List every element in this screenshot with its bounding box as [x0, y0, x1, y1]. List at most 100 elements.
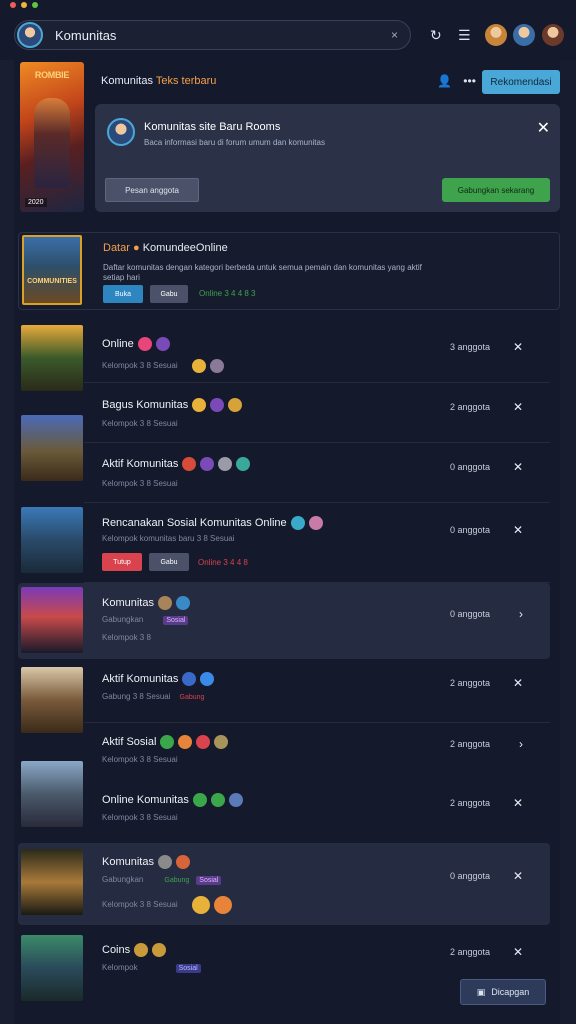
community-sub: Kelompok komunitas baru 3 8 Sesuai — [102, 534, 235, 543]
notice-secondary-button[interactable]: Pesan anggota — [105, 178, 199, 202]
chat-icon: ▣ — [476, 986, 486, 997]
community-tag: Sosial — [196, 876, 222, 885]
floating-action-button[interactable]: ▣ Dicapgan — [460, 979, 546, 1005]
maximize-window-dot[interactable] — [32, 2, 38, 8]
dismiss-icon[interactable]: ✕ — [513, 460, 523, 474]
member-count: 2 anggota — [449, 947, 490, 957]
close-window-dot[interactable] — [10, 2, 16, 8]
emoji-icon — [157, 855, 172, 869]
member-avatar-icon — [175, 596, 190, 610]
dismiss-icon[interactable]: ✕ — [513, 945, 523, 959]
member-avatar-icon — [200, 672, 215, 686]
member-count: 0 anggota — [449, 609, 490, 619]
hero-image-badge: 2020 — [25, 198, 47, 207]
community-tag: Gabung — [164, 877, 190, 884]
dismiss-icon[interactable]: ✕ — [513, 676, 523, 690]
user-avatar[interactable] — [17, 22, 43, 48]
more-icon[interactable]: ••• — [463, 74, 476, 88]
friend-avatar-1[interactable] — [485, 24, 507, 46]
member-avatar-icon — [210, 793, 225, 807]
featured-community[interactable]: COMMUNITIES Datar ● KomundeeOnline Dafta… — [18, 232, 560, 310]
list-item[interactable]: Komunitas Gabungkan Sosial Kelompok 3 8 0… — [18, 583, 550, 659]
dismiss-icon[interactable]: ✕ — [513, 340, 523, 354]
user-icon[interactable]: 👤 — [437, 74, 452, 88]
featured-image-title: COMMUNITIES — [27, 278, 77, 285]
emoji-icon — [191, 359, 206, 373]
right-rail — [560, 60, 576, 1024]
friend-avatar-3[interactable] — [542, 24, 564, 46]
community-tag: Gabung — [179, 694, 205, 701]
list-item[interactable]: Bagus Komunitas Kelompok 3 8 Sesuai 2 an… — [18, 383, 550, 481]
recommend-button[interactable]: Rekomendasi — [482, 70, 560, 94]
community-tag: Sosial — [163, 616, 189, 625]
emoji-icon — [191, 896, 210, 914]
hero-label-prefix: Komunitas — [101, 75, 153, 87]
friend-avatar-2[interactable] — [513, 24, 535, 46]
notice-title: Komunitas site Baru Rooms — [144, 121, 281, 133]
featured-join-button[interactable]: Gabu — [150, 285, 188, 303]
featured-name: Datar ● KomundeeOnline — [103, 242, 228, 254]
featured-open-button[interactable]: Buka — [103, 285, 143, 303]
hero-character — [34, 98, 70, 188]
open-chevron-icon[interactable]: › — [519, 737, 523, 751]
list-item[interactable]: Aktif Komunitas Gabung 3 8 Sesuai Gabung … — [18, 663, 550, 733]
emoji-icon — [290, 516, 305, 530]
community-thumbnail — [21, 761, 83, 827]
member-count: 2 anggota — [449, 678, 490, 688]
notice-card: Komunitas site Baru Rooms Baca informasi… — [95, 104, 560, 212]
list-item[interactable]: Online Kelompok 3 8 Sesuai 3 anggota ✕ — [18, 323, 550, 391]
open-chevron-icon[interactable]: › — [519, 607, 523, 621]
hero-game-image[interactable]: ROMBIE 2020 — [20, 62, 84, 212]
list-item[interactable]: Rencanakan Sosial Komunitas Online Kelom… — [18, 503, 550, 583]
community-sub: Kelompok 3 8 Sesuai — [102, 419, 178, 428]
search-bar[interactable]: Komunitas × — [14, 20, 411, 50]
refresh-icon[interactable]: ↻ — [430, 27, 442, 44]
emoji-icon — [213, 896, 232, 914]
list-item[interactable]: Komunitas Gabungkan Gabung Sosial Kelompok… — [18, 843, 550, 925]
list-item[interactable]: Aktif Komunitas Kelompok 3 8 Sesuai 0 an… — [18, 443, 550, 503]
close-community-button[interactable]: Tutup — [102, 553, 142, 571]
menu-icon[interactable]: ☰ — [458, 27, 471, 44]
minimize-window-dot[interactable] — [21, 2, 27, 8]
featured-description: Daftar komunitas dengan kategori berbeda… — [103, 263, 422, 282]
dismiss-icon[interactable]: ✕ — [513, 796, 523, 810]
dismiss-icon[interactable]: ✕ — [513, 523, 523, 537]
community-name: Online — [102, 337, 170, 351]
member-avatar-icon — [228, 793, 243, 807]
community-thumbnail — [21, 849, 83, 915]
community-sub: Gabung 3 8 Sesuai Gabung — [102, 692, 207, 702]
community-name: Komunitas — [102, 596, 190, 610]
coin-icon — [134, 943, 149, 957]
community-sub: Kelompok 3 8 Sesuai — [102, 359, 224, 373]
coin-icon — [152, 943, 167, 957]
hero-label: Komunitas Teks terbaru — [101, 75, 216, 87]
notice-join-button[interactable]: Gabungkan sekarang — [442, 178, 550, 202]
community-name: Rencanakan Sosial Komunitas Online — [102, 516, 323, 530]
member-avatar-icon — [214, 735, 229, 749]
emoji-icon — [192, 398, 207, 412]
community-thumbnail — [21, 935, 83, 1001]
member-avatar-icon — [196, 735, 211, 749]
community-sub-2: Kelompok 3 8 Sesuai — [102, 896, 232, 914]
community-sub: Gabungkan Sosial — [102, 615, 189, 625]
clear-search-icon[interactable]: × — [391, 28, 398, 42]
floating-button-label: Dicapgan — [491, 987, 530, 997]
emoji-icon — [182, 672, 197, 686]
featured-image: COMMUNITIES — [22, 235, 82, 305]
community-name: Online Komunitas — [102, 793, 243, 807]
badge-icon — [155, 337, 170, 351]
community-thumbnail — [21, 507, 83, 573]
community-sub: Kelompok Sosial — [102, 963, 201, 973]
emoji-icon — [160, 735, 175, 749]
heart-icon — [137, 337, 152, 351]
member-avatar-icon — [200, 457, 215, 471]
close-icon[interactable]: ✕ — [537, 118, 550, 138]
join-community-button[interactable]: Gabu — [149, 553, 189, 571]
dismiss-icon[interactable]: ✕ — [513, 869, 523, 883]
community-sub: Kelompok 3 8 Sesuai — [102, 813, 178, 822]
member-count: 0 anggota — [449, 871, 490, 881]
search-input[interactable]: Komunitas — [55, 28, 391, 43]
dismiss-icon[interactable]: ✕ — [513, 400, 523, 414]
community-name: Komunitas — [102, 855, 190, 869]
list-item[interactable]: Online Komunitas Kelompok 3 8 Sesuai 2 a… — [18, 751, 550, 835]
